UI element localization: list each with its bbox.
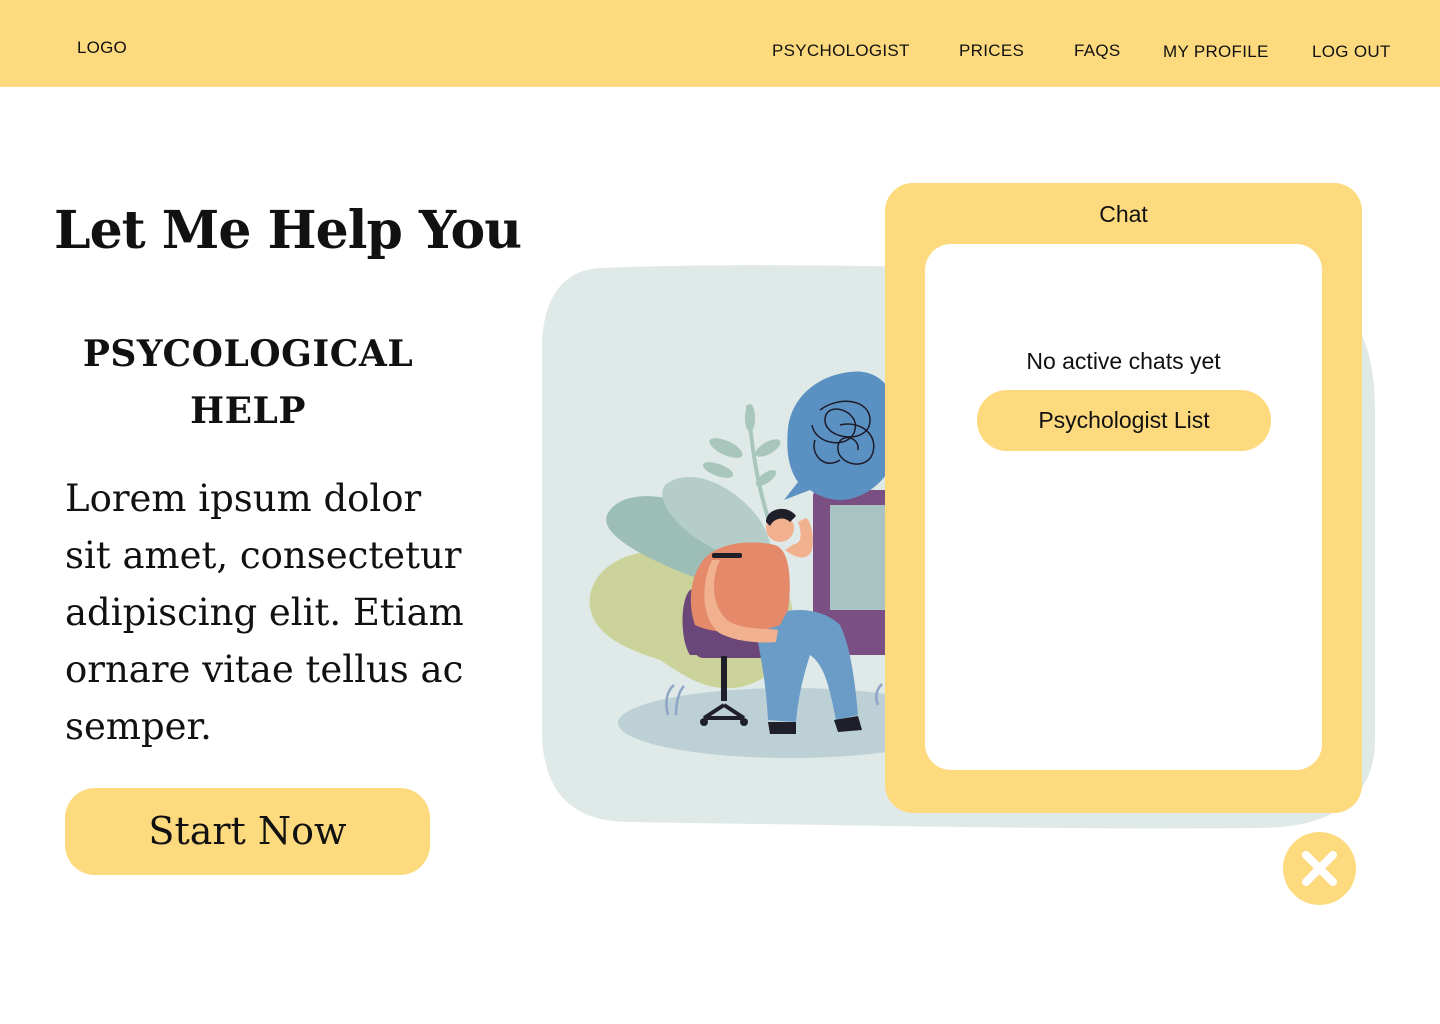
person-sleeve	[712, 553, 742, 558]
close-icon	[1302, 851, 1337, 886]
chat-panel: Chat No active chats yet Psychologist Li…	[885, 183, 1362, 813]
nav-prices[interactable]: PRICES	[959, 41, 1024, 61]
nav-faqs[interactable]: FAQS	[1074, 41, 1121, 61]
hero-subtitle: PSYCOLOGICAL HELP	[70, 326, 426, 440]
nav-my-profile[interactable]: MY PROFILE	[1163, 42, 1269, 62]
hero-description-line: semper.	[65, 705, 212, 748]
psychologist-list-button[interactable]: Psychologist List	[977, 390, 1271, 451]
hero-title: Let Me Help You	[54, 200, 522, 261]
hero-description-line: Lorem ipsum dolor	[65, 477, 422, 520]
logo[interactable]: LOGO	[77, 38, 127, 58]
chat-empty-message: No active chats yet	[1026, 348, 1221, 374]
person-shoe	[768, 722, 796, 734]
nav-log-out[interactable]: LOG OUT	[1312, 42, 1391, 62]
top-navigation-bar: LOGO PSYCHOLOGIST PRICES FAQS MY PROFILE…	[0, 0, 1440, 87]
hero-description-line: sit amet, consectetur	[65, 534, 462, 577]
chair-pole	[721, 656, 727, 701]
hero-subtitle-line: PSYCOLOGICAL	[82, 333, 414, 375]
monitor-screen	[830, 505, 890, 610]
nav-psychologist[interactable]: PSYCHOLOGIST	[772, 41, 910, 61]
close-chat-button[interactable]	[1283, 832, 1356, 905]
hero-subtitle-line: HELP	[190, 390, 306, 432]
chair-wheel	[740, 718, 748, 726]
hero-description: Lorem ipsum dolor sit amet, consectetur …	[65, 470, 505, 755]
chat-title: Chat	[1099, 201, 1148, 227]
leaf-small	[745, 404, 755, 432]
chair-wheel	[700, 718, 708, 726]
chat-window: No active chats yet Psychologist List	[925, 244, 1322, 770]
hero-description-line: ornare vitae tellus ac	[65, 648, 464, 691]
hero-description-line: adipiscing elit. Etiam	[65, 591, 464, 634]
start-now-button[interactable]: Start Now	[65, 788, 430, 875]
